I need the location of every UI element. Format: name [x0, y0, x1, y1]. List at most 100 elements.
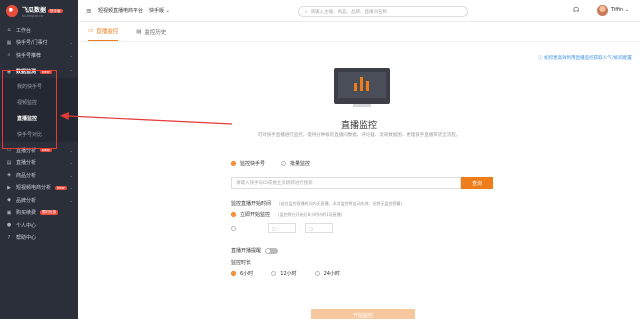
radio-duration-6[interactable]: [231, 271, 236, 276]
platform-select[interactable]: 快手版 ⌄: [149, 7, 170, 14]
history-icon: ▤: [136, 29, 142, 35]
chevron-down-icon: ⌄: [69, 197, 73, 203]
radio-account[interactable]: [231, 161, 236, 166]
sidebar-item-live-analysis-2[interactable]: ▤ 直播分析 ⌄: [0, 157, 78, 170]
sidebar-item-video-ecom[interactable]: ▶ 短视频电商分析 New ⌄: [0, 182, 78, 195]
tag-icon: ◆: [7, 197, 11, 204]
cart-icon: ▣: [6, 209, 12, 216]
chevron-down-icon: ⌄: [69, 185, 73, 191]
query-button[interactable]: 查询: [461, 177, 493, 189]
radio-immediate[interactable]: [231, 212, 236, 217]
sidebar-item-label: 快手号/门事付: [16, 40, 48, 47]
radio-duration-24[interactable]: [314, 271, 320, 276]
sidebar-item-profile[interactable]: ● 个人中心: [0, 219, 78, 232]
monitor-icon: ▭: [88, 28, 94, 34]
illustration-bar: [360, 77, 363, 91]
account-search-input[interactable]: 请输入快手号ID或搜主页跳转进行搜索: [231, 177, 461, 189]
chevron-down-icon: ⌄: [69, 160, 73, 166]
brand-logo[interactable]: 飞瓜数据 快手版 ks.feigua.cn: [0, 0, 78, 22]
help-icon: ?: [7, 234, 11, 241]
radio-scheduled[interactable]: [231, 225, 236, 231]
search-placeholder: 请输入主播、商品、品牌、直播间名称: [310, 9, 388, 15]
page-title: 直播监控: [340, 121, 377, 131]
logo-icon: [6, 5, 18, 17]
menu-icon[interactable]: ≡: [86, 7, 94, 15]
new-badge: New: [55, 185, 67, 190]
monitor-illustration: [334, 68, 390, 104]
sidebar-item-label: 商品分析: [16, 172, 37, 179]
chevron-down-icon: ⌄: [69, 52, 73, 58]
remind-label: 直播开播提醒: [231, 248, 262, 254]
chevron-down-icon: ⌄: [165, 8, 170, 14]
home-icon: ⌂: [7, 27, 11, 34]
help-link[interactable]: ⓘ 如何更高效利用直播监控获取人气?如何配置: [538, 55, 632, 61]
radio-account-label[interactable]: 监控快手号: [240, 160, 265, 167]
tab-label: 监控历史: [144, 30, 167, 36]
mode-radio-group: 监控快手号 批量监控: [231, 160, 310, 167]
search-input[interactable]: ⌕ 请输入主播、商品、品牌、直播间名称: [298, 6, 468, 17]
sidebar-item-goods[interactable]: ◈ 商品分析 ⌄: [0, 169, 78, 182]
username[interactable]: Tiffin ⌄: [611, 7, 629, 13]
account-search-placeholder: 请输入快手号ID或搜主页跳转进行搜索: [236, 181, 313, 186]
promo-badge: 限时优惠: [40, 210, 59, 216]
avatar[interactable]: [597, 5, 608, 16]
annotation-highlight-box: [2, 70, 57, 149]
sidebar-item-help[interactable]: ? 帮助中心: [0, 232, 78, 245]
tab-monitor-history[interactable]: ▤ 监控历史: [136, 28, 166, 41]
chevron-down-icon: ⌄: [69, 40, 73, 46]
radio-duration-6-label[interactable]: 6小时: [240, 270, 253, 277]
chevron-down-icon: ⌄: [69, 147, 73, 153]
headset-icon[interactable]: ☊: [573, 6, 579, 14]
start-monitor-button[interactable]: 开始监控: [311, 309, 415, 319]
illustration-bar: [354, 83, 357, 91]
sidebar-item-label: 帮助中心: [16, 235, 37, 242]
search-icon: ⌕: [305, 9, 308, 15]
search-icon: ⌕: [7, 52, 11, 59]
monitor-screen: [338, 72, 386, 98]
sidebar-item-workbench[interactable]: ⌂ 工作台: [0, 24, 78, 37]
tab-bar: ▭ 直播监控 ▤ 监控历史: [78, 22, 640, 42]
time-label: 监控直播开始时间: [231, 201, 272, 207]
sidebar-item-label: 个人中心: [16, 222, 37, 229]
platform-select-label: 快手版: [149, 8, 165, 14]
end-date-input[interactable]: ▢: [305, 223, 334, 233]
tab-live-monitor[interactable]: ▭ 直播监控: [88, 27, 119, 41]
radio-duration-12-label[interactable]: 12小时: [280, 270, 296, 277]
chevron-down-icon: ⌄: [69, 172, 73, 178]
radio-batch[interactable]: [281, 161, 287, 166]
main-content: ▭ 直播监控 ▤ 监控历史 ⓘ 如何更高效利用直播监控获取人气?如何配置 直播监…: [78, 22, 640, 319]
scheduled-row: ▢ - ▢: [231, 223, 334, 233]
video-icon: ▶: [7, 184, 11, 191]
duration-label-row: 监控时长: [231, 259, 251, 266]
radio-batch-label[interactable]: 批量监控: [290, 160, 310, 167]
sidebar-item-accounts[interactable]: ▦ 快手号/门事付 ⌄: [0, 37, 78, 50]
monitor-stand: [353, 104, 371, 107]
username-label: Tiffin: [611, 7, 624, 13]
sidebar-item-label: 工作台: [16, 27, 32, 34]
time-hint: (若在监控直播时间内无直播，本次监控将自动失效，但将无监控预算): [279, 200, 403, 206]
radio-duration-24-label[interactable]: 24小时: [324, 270, 340, 277]
start-date-input[interactable]: ▢: [268, 223, 296, 233]
immediate-row: 立即开始监控 (监控将在开始后8小时内的1场直播): [231, 211, 342, 218]
sidebar-item-label: 购买续费: [16, 210, 37, 217]
radio-immediate-label[interactable]: 立即开始监控: [240, 211, 270, 218]
user-icon: ●: [6, 222, 12, 229]
illustration-bar: [366, 81, 369, 91]
remind-toggle[interactable]: [265, 247, 279, 254]
sidebar-item-label: 直播分析: [16, 160, 37, 167]
brand-badge: 快手版: [48, 8, 63, 13]
sidebar-item-recommend[interactable]: ⌕ 快手号推荐 ⌄: [0, 49, 78, 62]
remind-row: 直播开播提醒: [231, 247, 279, 254]
platform-name: 短视频直播电商平台: [98, 8, 144, 14]
time-section: 监控直播开始时间 (若在监控直播时间内无直播，本次监控将自动失效，但将无监控预算…: [231, 200, 403, 208]
sidebar-item-purchase[interactable]: ▣ 购买续费 限时优惠: [0, 207, 78, 220]
duration-radio-group: 6小时 12小时 24小时: [231, 270, 340, 277]
help-link-text: 如何更高效利用直播监控获取人气?如何配置: [544, 56, 632, 61]
tab-label: 直播监控: [96, 29, 119, 35]
immediate-hint: (监控将在开始后8小时内的1场直播): [278, 211, 343, 217]
topbar: ≡ 短视频直播电商平台 快手版 ⌄ ⌕ 请输入主播、商品、品牌、直播间名称 ☊ …: [78, 0, 640, 22]
brand-name: 飞瓜数据: [22, 6, 47, 14]
sidebar-item-brand[interactable]: ◆ 品牌分析 ⌄: [0, 194, 78, 207]
page-subtitle: 可对快手直播进行监控，提供分钟级的直播间数据、评论截、流商数据图、更理快手直播带…: [257, 133, 461, 138]
radio-duration-12[interactable]: [271, 271, 277, 276]
